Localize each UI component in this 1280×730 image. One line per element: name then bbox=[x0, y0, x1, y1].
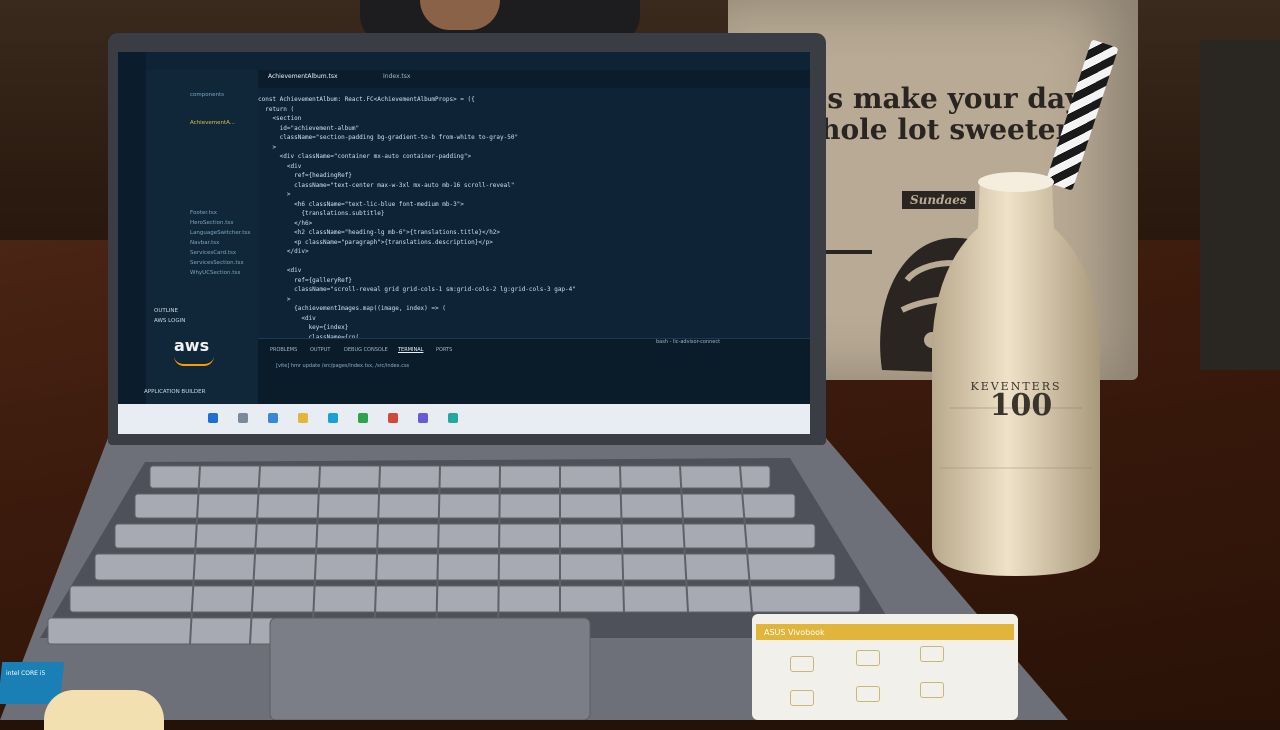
bottle-100-years-text: 100 bbox=[989, 388, 1053, 423]
terminal-output-line: [vite] hmr update /src/pages/Index.tsx, … bbox=[276, 363, 410, 369]
aws-login-section[interactable]: AWS LOGIN bbox=[154, 318, 185, 324]
code-line: <h6 className="text-lic-blue font-medium… bbox=[258, 200, 464, 208]
explorer-item[interactable]: LanguageSwitcher.tsx bbox=[190, 230, 251, 236]
code-line: ref={headingRef} bbox=[258, 172, 352, 179]
code-line: > bbox=[258, 143, 277, 151]
app-icon[interactable] bbox=[418, 413, 428, 423]
code-line: <section bbox=[258, 115, 302, 122]
outline-section[interactable]: OUTLINE bbox=[154, 308, 178, 314]
explorer-item-active[interactable]: AchievementA... bbox=[190, 120, 235, 126]
chrome-icon[interactable] bbox=[358, 413, 368, 423]
code-line: {achievementImages.map((image, index) =>… bbox=[258, 305, 446, 312]
code-line: id="achievement-album" bbox=[258, 124, 360, 132]
code-line: key={index} bbox=[258, 324, 349, 331]
sticker-title: ASUS Vivobook bbox=[764, 628, 825, 637]
editor-tabs: AchievementAlbum.tsx Index.tsx bbox=[258, 70, 810, 88]
code-line: </h6> bbox=[258, 219, 313, 227]
sticker-feature-icon bbox=[920, 646, 944, 662]
explorer-item[interactable]: Footer.tsx bbox=[190, 210, 217, 216]
code-line: <div bbox=[258, 162, 302, 170]
explorer-item[interactable]: ServicesSection.tsx bbox=[190, 260, 244, 266]
code-line: <h2 className="heading-lg mb-6">{transla… bbox=[258, 229, 501, 236]
sticker-feature-icon bbox=[790, 690, 814, 706]
aws-smile-icon bbox=[174, 356, 214, 366]
sticker-feature-icon bbox=[856, 686, 880, 702]
explorer-item[interactable]: components bbox=[190, 92, 224, 98]
code-line: <div className="container mx-auto contai… bbox=[258, 153, 472, 160]
tab-index[interactable]: Index.tsx bbox=[383, 73, 410, 80]
bag-slogan-line2: whole lot sweeter! bbox=[796, 113, 1083, 146]
search-icon[interactable] bbox=[238, 413, 248, 423]
code-line: <div bbox=[258, 267, 302, 274]
app-icon[interactable] bbox=[448, 413, 458, 423]
file-explorer-icon[interactable] bbox=[298, 413, 308, 423]
explorer-item[interactable]: WhyUCSection.tsx bbox=[190, 270, 241, 276]
panel-tab-output[interactable]: OUTPUT bbox=[310, 347, 330, 353]
cartoon-sticker bbox=[44, 690, 164, 730]
code-line: <p className="paragraph">{translations.d… bbox=[258, 238, 493, 246]
code-line: className="scroll-reveal grid grid-cols-… bbox=[258, 286, 576, 293]
code-line: const AchievementAlbum: React.FC<Achieve… bbox=[258, 96, 475, 103]
code-line: ref={galleryRef} bbox=[258, 276, 352, 284]
code-line: className="section-padding bg-gradient-t… bbox=[258, 134, 519, 141]
tab-achievement-album[interactable]: AchievementAlbum.tsx bbox=[268, 73, 338, 80]
edge-icon[interactable] bbox=[328, 413, 338, 423]
sticker-feature-icon bbox=[790, 656, 814, 672]
panel-tab-debug-console[interactable]: DEBUG CONSOLE bbox=[344, 347, 388, 353]
code-line: {translations.subtitle} bbox=[258, 210, 385, 217]
intel-badge-text: intel CORE i5 bbox=[6, 670, 46, 677]
app-icon[interactable] bbox=[388, 413, 398, 423]
aws-logo: aws bbox=[174, 336, 210, 355]
code-line: className="text-center max-w-3xl mx-auto… bbox=[258, 181, 515, 189]
bag-slogan-line1: et's make your day bbox=[788, 82, 1082, 115]
chair-back bbox=[1200, 40, 1280, 370]
code-line: > bbox=[258, 191, 291, 198]
code-editor[interactable]: const AchievementAlbum: React.FC<Achieve… bbox=[258, 88, 778, 350]
panel-tab-terminal[interactable]: TERMINAL bbox=[398, 347, 423, 353]
terminal-session-label[interactable]: bash - lic-advisor-connect bbox=[656, 339, 720, 345]
terminal-panel[interactable]: PROBLEMS OUTPUT DEBUG CONSOLE TERMINAL P… bbox=[258, 338, 810, 405]
sticker-feature-icon bbox=[920, 682, 944, 698]
windows-start-icon[interactable] bbox=[208, 413, 218, 423]
laptop-screen: components AchievementA... Footer.tsx He… bbox=[118, 52, 810, 434]
code-line: > bbox=[258, 295, 291, 303]
code-line: return ( bbox=[258, 105, 295, 113]
vscode-icon[interactable] bbox=[268, 413, 278, 423]
code-line: <div bbox=[258, 314, 316, 322]
explorer-item[interactable]: Navbar.tsx bbox=[190, 240, 219, 246]
windows-taskbar bbox=[118, 404, 810, 434]
code-line: </div> bbox=[258, 248, 309, 255]
explorer-item[interactable]: HeroSection.tsx bbox=[190, 220, 233, 226]
explorer-item[interactable]: ServicesCard.tsx bbox=[190, 250, 236, 256]
panel-tab-ports[interactable]: PORTS bbox=[436, 347, 452, 353]
activity-bar[interactable] bbox=[118, 52, 146, 404]
application-builder-section[interactable]: APPLICATION BUILDER bbox=[144, 389, 205, 395]
sticker-feature-icon bbox=[856, 650, 880, 666]
panel-tab-problems[interactable]: PROBLEMS bbox=[270, 347, 297, 353]
